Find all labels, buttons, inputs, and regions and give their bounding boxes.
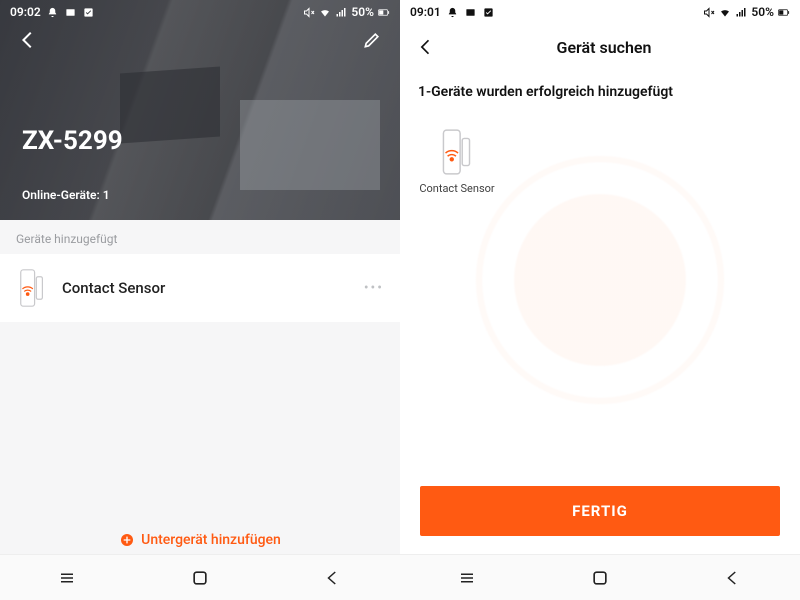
battery-icon — [378, 6, 390, 18]
status-bar: 09:02 50% — [0, 0, 400, 24]
android-navbar — [0, 554, 400, 600]
plus-circle-icon — [119, 532, 135, 548]
add-subdevice-button[interactable]: Untergerät hinzufügen — [0, 520, 400, 554]
contact-sensor-icon — [16, 268, 48, 308]
found-device[interactable]: Contact Sensor — [418, 128, 496, 196]
wifi-icon — [719, 6, 731, 18]
nav-home[interactable] — [170, 560, 230, 596]
signal-icon — [735, 6, 747, 18]
status-time: 09:02 — [10, 5, 41, 19]
success-message: 1-Geräte wurden erfolgreich hinzugefügt — [418, 84, 782, 100]
screen-device-detail: 09:02 50% — [0, 0, 400, 600]
done-button[interactable]: FERTIG — [420, 486, 780, 536]
hero-image: ZX-5299 Online-Geräte: 1 — [0, 0, 400, 220]
signal-icon — [335, 6, 347, 18]
found-device-label: Contact Sensor — [419, 182, 494, 196]
edit-button[interactable] — [358, 26, 386, 54]
section-label: Geräte hinzugefügt — [0, 220, 400, 254]
nav-recents[interactable] — [37, 560, 97, 596]
status-bar: 09:01 50% — [400, 0, 800, 24]
page-title: Gerät suchen — [420, 38, 788, 57]
device-more-button[interactable]: ••• — [364, 280, 384, 296]
online-count: Online-Geräte: 1 — [22, 188, 110, 202]
nav-back[interactable] — [703, 560, 763, 596]
contact-sensor-icon — [441, 128, 473, 176]
battery-icon — [778, 6, 790, 18]
device-row[interactable]: Contact Sensor ••• — [0, 254, 400, 322]
device-name: Contact Sensor — [62, 279, 165, 297]
screen-search-device: 09:01 50% Gerät suchen 1-Geräte wurden e… — [400, 0, 800, 600]
mute-icon — [703, 6, 715, 18]
nav-recents[interactable] — [437, 560, 497, 596]
nav-back[interactable] — [303, 560, 363, 596]
device-title: ZX-5299 — [22, 126, 123, 156]
status-battery: 50% — [351, 5, 374, 19]
status-battery: 50% — [751, 5, 774, 19]
bell-icon — [47, 6, 59, 18]
bell-icon — [447, 6, 459, 18]
back-button[interactable] — [14, 26, 42, 54]
android-navbar — [400, 554, 800, 600]
window-icon — [465, 6, 477, 18]
check-icon — [83, 6, 95, 18]
status-time: 09:01 — [410, 5, 441, 19]
page-header: Gerät suchen — [400, 24, 800, 70]
window-icon — [65, 6, 77, 18]
add-subdevice-label: Untergerät hinzufügen — [141, 532, 281, 548]
wifi-icon — [319, 6, 331, 18]
nav-home[interactable] — [570, 560, 630, 596]
mute-icon — [303, 6, 315, 18]
check-icon — [483, 6, 495, 18]
